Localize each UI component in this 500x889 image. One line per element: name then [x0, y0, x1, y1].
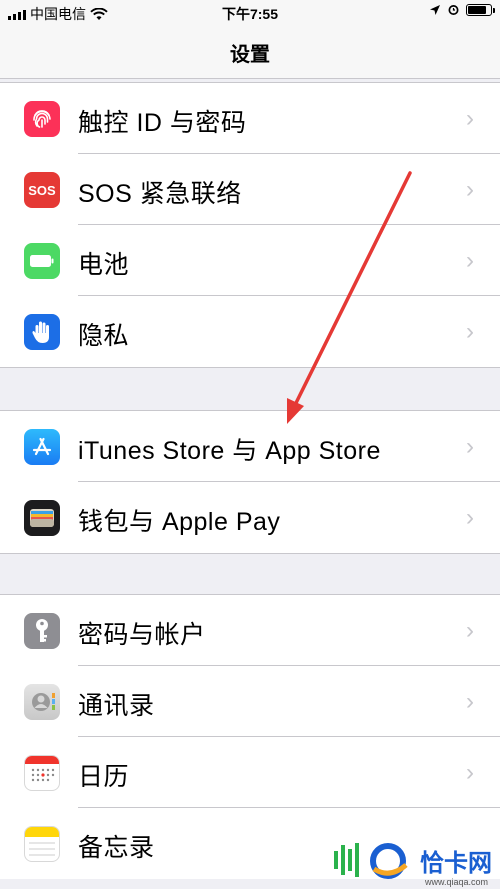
settings-row-label: iTunes Store 与 App Store	[78, 437, 381, 465]
sos-icon: SOS	[24, 172, 60, 208]
settings-row-contacts[interactable]: 通讯录 ›	[0, 666, 500, 737]
settings-row-touch-id[interactable]: 触控 ID 与密码 ›	[0, 83, 500, 154]
settings-group-store: iTunes Store 与 App Store › 钱包与 Apple Pay…	[0, 410, 500, 554]
fingerprint-icon	[24, 101, 60, 137]
chevron-right-icon: ›	[466, 617, 474, 644]
settings-row-calendar[interactable]: 日历 ›	[0, 737, 500, 808]
notes-icon	[24, 826, 60, 862]
settings-row-battery[interactable]: 电池 ›	[0, 225, 500, 296]
settings-row-wallet[interactable]: 钱包与 Apple Pay ›	[0, 482, 500, 553]
chevron-right-icon: ›	[466, 176, 474, 203]
status-bar: 中国电信 下午7:55	[0, 0, 500, 26]
contacts-icon	[24, 684, 60, 720]
settings-row-label: 备忘录	[78, 834, 155, 862]
clock: 下午7:55	[221, 6, 279, 22]
settings-row-label: 钱包与 Apple Pay	[78, 508, 281, 536]
settings-row-label: 电池	[78, 251, 130, 279]
settings-row-label: 密码与帐户	[78, 621, 206, 649]
settings-group-security: 触控 ID 与密码 › SOS SOS 紧急联络 › 电池 › 隐私 ›	[0, 82, 500, 368]
watermark: 恰卡网 www.qiaqa.com	[330, 835, 492, 887]
battery-status-icon	[466, 3, 495, 16]
chevron-right-icon: ›	[466, 105, 474, 132]
wallet-icon	[24, 500, 60, 536]
chevron-right-icon: ›	[466, 433, 474, 460]
settings-row-emergency-sos[interactable]: SOS SOS 紧急联络 ›	[0, 154, 500, 225]
settings-row-label: 通讯录	[78, 692, 155, 720]
calendar-icon	[24, 755, 60, 791]
chevron-right-icon: ›	[466, 688, 474, 715]
sos-icon-text: SOS	[28, 182, 56, 198]
settings-row-label: SOS 紧急联络	[78, 180, 242, 208]
settings-row-label: 触控 ID 与密码	[78, 109, 247, 137]
hand-icon	[24, 314, 60, 350]
settings-row-itunes-app-store[interactable]: iTunes Store 与 App Store ›	[0, 411, 500, 482]
alarm-icon	[448, 5, 459, 15]
settings-row-label: 隐私	[78, 322, 130, 350]
chevron-right-icon: ›	[466, 318, 474, 345]
chevron-right-icon: ›	[466, 247, 474, 274]
settings-row-privacy[interactable]: 隐私 ›	[0, 296, 500, 367]
settings-row-label: 日历	[78, 763, 130, 791]
chevron-right-icon: ›	[466, 759, 474, 786]
settings-row-passwords-accounts[interactable]: 密码与帐户 ›	[0, 595, 500, 666]
chevron-right-icon: ›	[466, 504, 474, 531]
page-title: 设置	[230, 44, 270, 66]
key-icon	[24, 613, 60, 649]
app-store-icon	[24, 429, 60, 465]
watermark-subtext: www.qiaqa.com	[424, 877, 488, 887]
battery-icon	[24, 243, 60, 279]
watermark-text: 恰卡网	[420, 849, 492, 877]
watermark-logo-icon	[334, 843, 408, 879]
location-icon	[430, 4, 440, 15]
navigation-bar: 设置	[0, 26, 500, 79]
